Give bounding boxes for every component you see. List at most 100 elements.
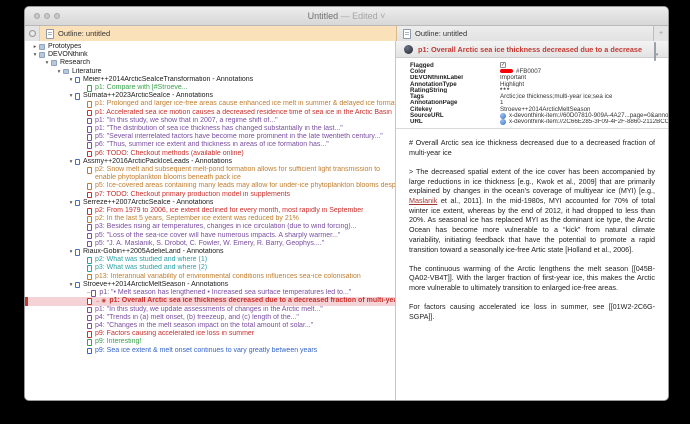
metadata-text-value: Arctic;ice thickness;multi-year ice;sea … xyxy=(500,93,612,99)
globe-icon[interactable] xyxy=(500,119,506,125)
outline-row[interactable]: ▾Stroeve++2014ArcticMeltSeason - Annotat… xyxy=(25,281,395,289)
url-value[interactable]: x-devonthink-item://2C66E285-3F09-4F2F-8… xyxy=(509,119,668,125)
outline-row[interactable]: ▾Assmy++2016ArcticPackIceLeads - Annotat… xyxy=(25,158,395,166)
inspector-header: p1: Overall Arctic sea ice thickness dec… xyxy=(396,41,668,58)
outline-item-label: Literature xyxy=(72,68,102,76)
outline-row[interactable]: p1: Compare with [#Stroeve... xyxy=(25,84,395,92)
note-icon xyxy=(87,298,92,305)
annotations-document-icon xyxy=(75,200,80,207)
outline-row[interactable]: p6: "Thus, summer ice extent and thickne… xyxy=(25,141,395,149)
disclosure-triangle-icon[interactable]: ▾ xyxy=(55,68,63,76)
outline-item-label: DEVONthink xyxy=(48,51,88,59)
outline-row[interactable]: p1: "The distribution of sea ice thickne… xyxy=(25,125,395,133)
outline-row[interactable]: p9: Sea ice extent & melt onset continue… xyxy=(25,347,395,355)
citation-link[interactable]: Maslanik xyxy=(409,196,437,205)
note-icon xyxy=(87,315,92,322)
note-icon xyxy=(87,224,92,231)
disclosure-triangle-icon[interactable]: ▾ xyxy=(43,59,51,67)
outline-row[interactable]: p5: Ice-covered areas containing many le… xyxy=(25,182,395,190)
outline-row[interactable]: p7: TODO: Checkout primary production mo… xyxy=(25,191,395,199)
outline-row[interactable]: p3: Besides rising air temperatures, cha… xyxy=(25,223,395,231)
outline-row[interactable]: p2: In the last 5 years, September ice e… xyxy=(25,215,395,223)
outline-item-label: p2: In the last 5 years, September ice e… xyxy=(95,215,299,223)
outline-row[interactable]: p2: Snow melt and subsequent melt-pond f… xyxy=(25,166,395,182)
outline-row[interactable]: ▾ Serreze++2007ArcticSeaIce - Annotations xyxy=(25,199,395,207)
disclosure-triangle-icon[interactable]: ▾ xyxy=(67,158,75,166)
annotations-document-icon xyxy=(75,77,80,84)
outline-item-label: Meier++2014ArcticSeaIceTransformation - … xyxy=(83,76,253,84)
outline-row[interactable]: ▾ Meier++2014ArcticSeaIceTransformation -… xyxy=(25,76,395,84)
disclosure-triangle-icon[interactable]: ▾ xyxy=(31,51,39,59)
note-icon xyxy=(87,241,92,248)
group-folder-icon xyxy=(51,60,57,66)
metadata-row: URLx-devonthink-item://2C66E285-3F09-4F2… xyxy=(410,119,668,125)
window-edited-label[interactable]: — Edited ˅ xyxy=(341,11,386,21)
tab-outline-right[interactable]: Outline: untitled xyxy=(397,26,654,41)
note-icon xyxy=(87,183,92,190)
color-swatch[interactable] xyxy=(500,69,513,73)
outline-item-label: Research xyxy=(60,59,90,67)
app-window: Untitled — Edited ˅ Outline: untitled Ou… xyxy=(24,6,669,401)
tab-overflow-button[interactable]: + xyxy=(654,26,668,41)
outline-row[interactable]: p5: "Several interrelated factors have b… xyxy=(25,133,395,141)
outline-row[interactable]: p5: "Loss of the sea-ice cover will have… xyxy=(25,232,395,240)
outline-row[interactable]: p6: TODO: Checkout methods (available on… xyxy=(25,150,395,158)
outline-row[interactable]: p9: Interesting! xyxy=(25,338,395,346)
outline-row[interactable]: ▾ Research xyxy=(25,59,395,67)
outline-item-label: p13: Interannual variability of environm… xyxy=(95,273,361,281)
body-paragraph: The continuous warming of the Arctic len… xyxy=(409,264,655,293)
disclosure-triangle-icon[interactable]: ▾ xyxy=(67,76,75,84)
outline-row[interactable]: p2: What was studied and where (1) xyxy=(25,256,395,264)
outline-pane: ▸Prototypes▾DEVONthink▾Research▾Literatu… xyxy=(25,41,396,400)
outline-row[interactable]: →◉p1: Overall Arctic sea ice thickness d… xyxy=(25,297,395,305)
disclosure-triangle-icon[interactable]: ▾ xyxy=(67,281,75,289)
outline-row[interactable]: p1: "In this study, we update assessment… xyxy=(25,306,395,314)
outline-row[interactable]: ▸ Prototypes xyxy=(25,43,395,51)
outline-row[interactable]: –p1: "• Melt season has lengthened • Inc… xyxy=(25,289,395,297)
outline-row[interactable]: p4: "Changes in the melt season impact o… xyxy=(25,322,395,330)
tab-outline-left[interactable]: Outline: untitled xyxy=(40,26,397,41)
outline-item-label: p1: Compare with [#Stroeve... xyxy=(95,84,188,92)
outline-row[interactable]: p3: What was studied and where (2) xyxy=(25,264,395,272)
outline-row[interactable]: p1: Accelerated sea ice motion causes a … xyxy=(25,109,395,117)
quote-text: et al., 2011]. In the mid-1980s, MYI acc… xyxy=(409,196,655,254)
annotations-document-icon xyxy=(75,93,80,100)
outline-row[interactable]: p9: Factors causing accelerated ice loss… xyxy=(25,330,395,338)
group-folder-icon xyxy=(39,44,45,50)
outline-row[interactable]: p1: "In this study, we show that in 2007… xyxy=(25,117,395,125)
note-icon xyxy=(87,110,92,117)
inspector-title: p1: Overall Arctic sea ice thickness dec… xyxy=(418,45,642,54)
outline-item-label: p6: TODO: Checkout methods (available on… xyxy=(95,150,244,158)
outline-row[interactable]: ▾Sumata++2023ArcticSeaIce - Annotations xyxy=(25,92,395,100)
outline-row[interactable]: p2: From 1979 to 2006, ice extent declin… xyxy=(25,207,395,215)
outline-row[interactable]: p1: Prolonged and larger ice-free areas … xyxy=(25,100,395,108)
disclosure-triangle-icon[interactable]: ▾ xyxy=(67,248,75,256)
outline-item-label: Serreze++2007ArcticSeaIce - Annotations xyxy=(83,199,213,207)
flagged-checkbox[interactable]: ✓ xyxy=(500,62,506,68)
outline-item-label: Prototypes xyxy=(48,43,81,51)
window-title: Untitled — Edited ˅ xyxy=(25,11,668,21)
outline-item-label: p1: "The distribution of sea ice thickne… xyxy=(95,125,343,133)
tab-bar-circle-button[interactable] xyxy=(25,26,40,41)
tab-bar: Outline: untitled Outline: untitled + xyxy=(25,26,668,42)
outline-row[interactable]: ▾Riaux-Gobin++2005AdelieLand - Annotatio… xyxy=(25,248,395,256)
metadata-value: ✓ xyxy=(500,62,506,68)
disclosure-triangle-icon[interactable]: ▸ xyxy=(31,43,39,51)
globe-icon[interactable] xyxy=(500,113,506,119)
outline-row[interactable]: p5: "J. A. Maslanik, S. Drobot, C. Fowle… xyxy=(25,240,395,248)
outline-item-label: p5: "Several interrelated factors have b… xyxy=(95,133,383,141)
outline-item-label: p4: "Trends in (a) melt onset, (b) freez… xyxy=(95,314,299,322)
disclosure-triangle-icon[interactable]: ▾ xyxy=(67,199,75,207)
annotation-body: # Overall Arctic sea ice thickness decre… xyxy=(396,129,668,322)
outline-row[interactable]: p13: Interannual variability of environm… xyxy=(25,273,395,281)
outline-row[interactable]: ▾ Literature xyxy=(25,68,395,76)
outline-row[interactable]: p4: "Trends in (a) melt onset, (b) freez… xyxy=(25,314,395,322)
window-title-text: Untitled xyxy=(308,11,339,21)
outline-item-label: p9: Interesting! xyxy=(95,338,141,346)
outline-item-label: p5: "J. A. Maslanik, S. Drobot, C. Fowle… xyxy=(95,240,324,248)
disclosure-triangle-icon[interactable]: ▾ xyxy=(67,92,75,100)
outline-row[interactable]: ▾ DEVONthink xyxy=(25,51,395,59)
inspector-widget[interactable]: ▾ xyxy=(650,43,662,61)
metadata-table: Flagged✓Color#FB0007DEVONthinkLabelImpor… xyxy=(396,58,668,129)
outline-item-label: p1: "In this study, we show that in 2007… xyxy=(95,117,278,125)
